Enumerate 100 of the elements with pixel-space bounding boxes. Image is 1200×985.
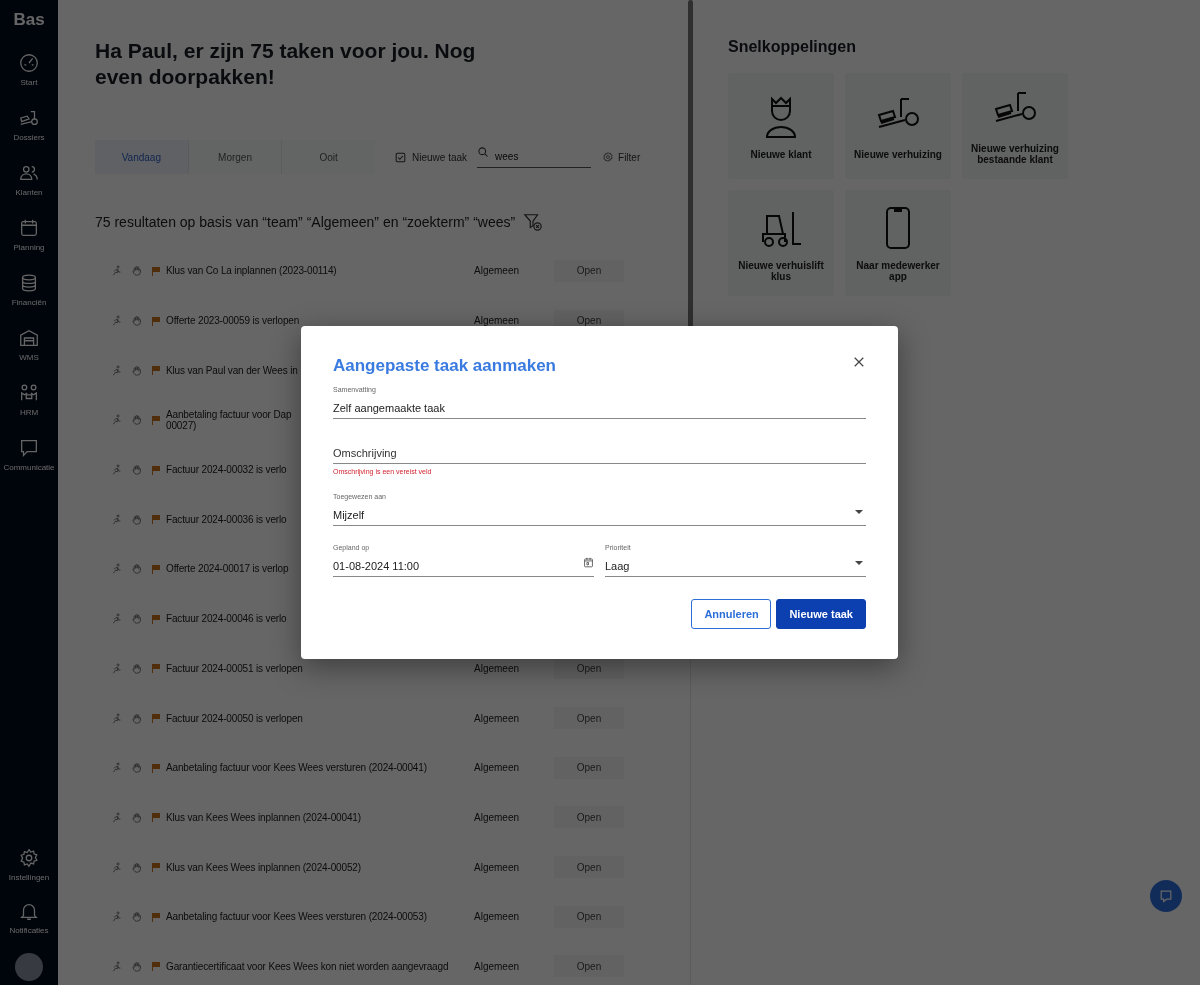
runner-icon[interactable] bbox=[111, 563, 122, 575]
input-field[interactable]: Omschrijving bbox=[333, 447, 866, 464]
status-button[interactable]: Open bbox=[554, 657, 624, 680]
hand-icon[interactable] bbox=[131, 414, 142, 426]
nav-item[interactable]: Start bbox=[18, 52, 40, 87]
runner-icon[interactable] bbox=[111, 364, 122, 376]
checkbox-icon bbox=[395, 151, 406, 163]
chat-icon bbox=[18, 437, 40, 459]
runner-icon[interactable] bbox=[111, 513, 122, 525]
new-task-checkbox[interactable]: Nieuwe taak bbox=[395, 151, 468, 163]
flag-icon bbox=[151, 812, 161, 823]
task-title[interactable]: Aanbetaling factuur voor Kees Wees versturen (2024-00053) bbox=[166, 911, 466, 923]
warehouse-icon bbox=[18, 327, 40, 349]
search-field[interactable]: wees bbox=[477, 151, 592, 168]
runner-icon[interactable] bbox=[111, 662, 122, 674]
runner-icon[interactable] bbox=[111, 315, 122, 327]
flag-icon bbox=[151, 862, 161, 873]
status-button[interactable]: Open bbox=[554, 905, 624, 928]
select-field[interactable]: Laag bbox=[605, 560, 866, 577]
hand-icon[interactable] bbox=[131, 364, 142, 376]
nav-item[interactable]: Instellingen bbox=[8, 847, 50, 882]
calendar-icon bbox=[583, 557, 594, 568]
task-title[interactable]: Offerte 2023-00059 is verlopen bbox=[166, 315, 466, 327]
submit-button[interactable]: Nieuwe taak bbox=[776, 599, 866, 629]
hand-icon[interactable] bbox=[131, 613, 142, 625]
hand-icon[interactable] bbox=[131, 265, 142, 277]
flag-icon bbox=[151, 713, 161, 724]
hand-icon[interactable] bbox=[131, 861, 142, 873]
runner-icon[interactable] bbox=[111, 265, 122, 277]
runner-icon[interactable] bbox=[111, 811, 122, 823]
clear-filter-icon[interactable] bbox=[523, 212, 544, 232]
runner-icon[interactable] bbox=[111, 414, 122, 426]
hand-icon[interactable] bbox=[131, 513, 142, 525]
task-category: Algemeen bbox=[474, 960, 521, 972]
hand-icon[interactable] bbox=[131, 762, 142, 774]
nav-item[interactable]: Dossiers bbox=[13, 107, 45, 142]
task-title[interactable]: Factuur 2024-00051 is verlopen bbox=[166, 662, 466, 674]
status-button[interactable]: Open bbox=[554, 707, 624, 730]
task-category: Algemeen bbox=[474, 762, 521, 774]
calendar-icon bbox=[18, 217, 40, 239]
runner-icon[interactable] bbox=[111, 762, 122, 774]
task-category: Algemeen bbox=[474, 712, 521, 724]
caret-icon bbox=[855, 561, 863, 566]
task-category: Algemeen bbox=[474, 662, 521, 674]
cancel-button[interactable]: Annuleren bbox=[691, 599, 772, 629]
shortcut-tile[interactable]: Nieuwe verhuizing bestaande klant bbox=[962, 73, 1068, 179]
shortcut-tile[interactable]: Naar medewerker app bbox=[845, 190, 951, 296]
status-button[interactable]: Open bbox=[554, 259, 624, 282]
status-button[interactable]: Open bbox=[554, 806, 624, 829]
nav-item[interactable]: WMS bbox=[18, 327, 40, 362]
nav-item[interactable]: Financiën bbox=[11, 272, 47, 307]
task-category: Algemeen bbox=[474, 315, 521, 327]
task-title[interactable]: Garantiecertificaat voor Kees Wees kon niet worden aangevraagd bbox=[166, 960, 466, 972]
nav-item[interactable]: Klanten bbox=[15, 162, 43, 197]
task-title[interactable]: Klus van Co La inplannen (2023-00114) bbox=[166, 265, 466, 277]
runner-icon[interactable] bbox=[111, 911, 122, 923]
avatar[interactable] bbox=[15, 953, 43, 981]
hand-icon[interactable] bbox=[131, 464, 142, 476]
hand-icon[interactable] bbox=[131, 315, 142, 327]
task-category: Algemeen bbox=[474, 911, 521, 923]
select-field[interactable]: Mijzelf bbox=[333, 509, 866, 526]
nav-item[interactable]: Communicatie bbox=[3, 437, 55, 472]
status-button[interactable]: Open bbox=[554, 955, 624, 978]
flag-icon bbox=[151, 613, 161, 624]
hand-icon[interactable] bbox=[131, 563, 142, 575]
settings-icon bbox=[602, 151, 615, 163]
task-title[interactable]: Klus van Kees Wees inplannen (2024-00052) bbox=[166, 861, 466, 873]
shortcut-tile[interactable]: Nieuwe verhuizing bbox=[845, 73, 951, 179]
task-title[interactable]: Aanbetaling factuur voor Kees Wees versturen (2024-00041) bbox=[166, 762, 466, 774]
flag-icon bbox=[151, 265, 161, 276]
runner-icon[interactable] bbox=[111, 712, 122, 724]
tab[interactable]: Vandaag bbox=[95, 140, 189, 174]
runner-icon[interactable] bbox=[111, 464, 122, 476]
flag-icon bbox=[151, 762, 161, 773]
runner-icon[interactable] bbox=[111, 960, 122, 972]
hand-icon[interactable] bbox=[131, 911, 142, 923]
status-button[interactable]: Open bbox=[554, 756, 624, 779]
flag-icon bbox=[151, 961, 161, 972]
runner-icon[interactable] bbox=[111, 613, 122, 625]
nav-item[interactable]: Planning bbox=[13, 217, 45, 252]
runner-icon[interactable] bbox=[111, 861, 122, 873]
gauge-icon bbox=[18, 52, 40, 74]
shortcut-tile[interactable]: Nieuwe verhuislift klus bbox=[728, 190, 834, 296]
task-title[interactable]: Klus van Kees Wees inplannen (2024-00041) bbox=[166, 811, 466, 823]
date-field[interactable]: 01-08-2024 11:00 bbox=[333, 560, 594, 577]
task-title[interactable]: Factuur 2024-00050 is verlopen bbox=[166, 712, 466, 724]
hand-icon[interactable] bbox=[131, 712, 142, 724]
hand-icon[interactable] bbox=[131, 662, 142, 674]
nav-item[interactable]: Notificaties bbox=[9, 900, 49, 935]
chat-button[interactable] bbox=[1150, 880, 1182, 912]
shortcut-tile[interactable]: Nieuwe klant bbox=[728, 73, 834, 179]
nav-item[interactable]: HRM bbox=[18, 382, 40, 417]
hand-icon[interactable] bbox=[131, 811, 142, 823]
search-icon bbox=[477, 146, 490, 158]
caret-icon bbox=[855, 510, 863, 515]
input-field[interactable]: Zelf aangemaakte taak bbox=[333, 402, 866, 419]
status-button[interactable]: Open bbox=[554, 856, 624, 879]
hand-icon[interactable] bbox=[131, 960, 142, 972]
flag-icon bbox=[151, 563, 161, 574]
filter-button[interactable]: Filter bbox=[602, 151, 641, 163]
